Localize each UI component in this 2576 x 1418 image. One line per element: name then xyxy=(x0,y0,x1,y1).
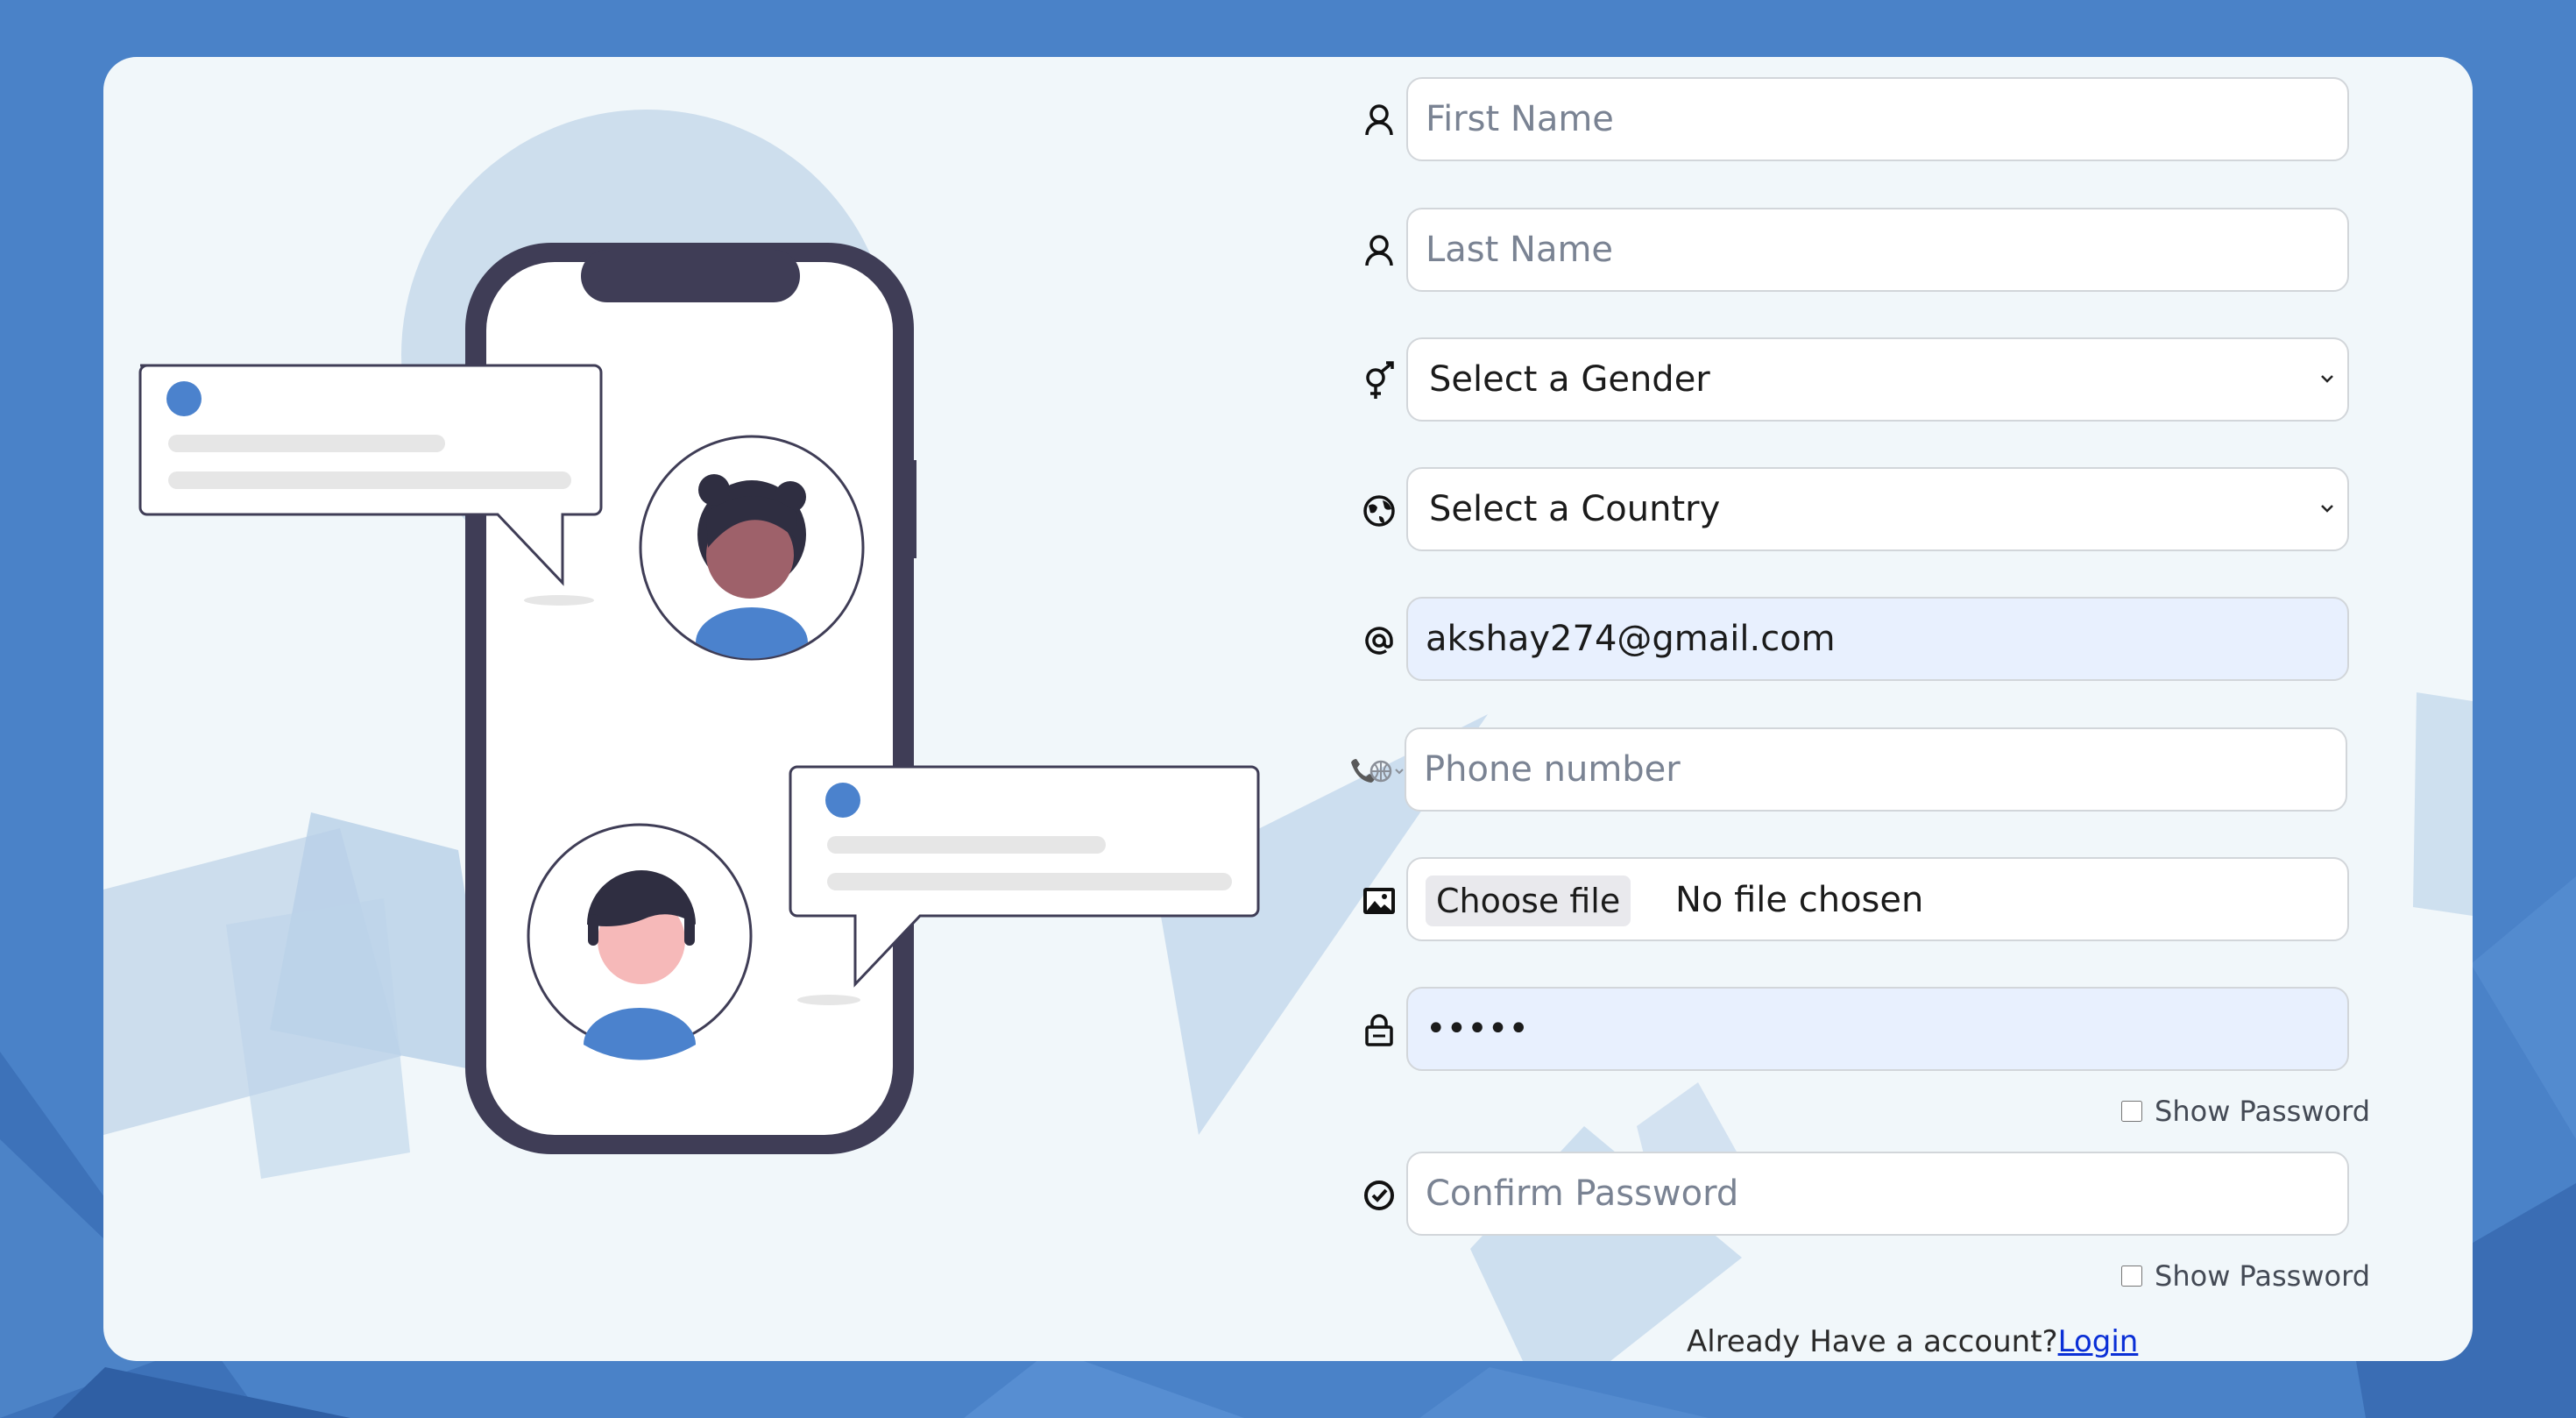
globe-icon xyxy=(1356,488,1402,534)
at-icon xyxy=(1356,618,1402,663)
show-password-label: Show Password xyxy=(2155,1095,2370,1128)
login-prompt-text: Already Have a account? xyxy=(1687,1324,2058,1359)
confirm-show-password-label: Show Password xyxy=(2155,1259,2370,1293)
first-name-input[interactable] xyxy=(1406,77,2349,161)
password-input[interactable] xyxy=(1406,987,2349,1071)
lock-icon xyxy=(1356,1008,1402,1053)
confirm-password-input[interactable] xyxy=(1406,1152,2349,1236)
last-name-input[interactable] xyxy=(1406,208,2349,292)
gender-row: Select a Gender xyxy=(1356,337,2473,425)
phone-input[interactable] xyxy=(1405,727,2347,812)
country-select-wrapper: Select a Country xyxy=(1406,467,2349,551)
file-input: Choose file No file chosen xyxy=(1406,857,2349,941)
gender-select[interactable]: Select a Gender xyxy=(1406,337,2349,422)
user-icon xyxy=(1356,98,1402,144)
choose-file-button[interactable]: Choose file xyxy=(1426,876,1631,926)
email-row xyxy=(1356,597,2473,684)
gender-select-wrapper: Select a Gender xyxy=(1406,337,2349,422)
first-name-row xyxy=(1356,77,2473,165)
gender-icon xyxy=(1356,358,1402,404)
user-icon xyxy=(1356,229,1402,274)
signup-form: Select a Gender Select a Country xyxy=(103,57,2473,1361)
login-link[interactable]: Login xyxy=(2058,1324,2139,1359)
file-status: No file chosen xyxy=(1675,880,1924,920)
password-row xyxy=(1356,987,2473,1074)
signup-card: Select a Gender Select a Country xyxy=(103,57,2473,1361)
last-name-row xyxy=(1356,208,2473,295)
file-row: Choose file No file chosen xyxy=(1356,857,2473,945)
country-select[interactable]: Select a Country xyxy=(1406,467,2349,551)
check-circle-icon xyxy=(1356,1173,1402,1218)
email-input[interactable] xyxy=(1406,597,2349,681)
show-password-checkbox[interactable] xyxy=(2121,1101,2143,1122)
login-prompt: Already Have a account?Login xyxy=(1687,1324,2138,1359)
image-icon xyxy=(1356,878,1402,924)
confirm-show-password-checkbox[interactable] xyxy=(2121,1266,2143,1287)
confirm-password-row xyxy=(1356,1152,2473,1239)
country-row: Select a Country xyxy=(1356,467,2473,555)
confirm-show-password-toggle[interactable]: Show Password xyxy=(2121,1258,2370,1294)
show-password-toggle[interactable]: Show Password xyxy=(2121,1094,2370,1129)
phone-row xyxy=(1351,727,2473,815)
